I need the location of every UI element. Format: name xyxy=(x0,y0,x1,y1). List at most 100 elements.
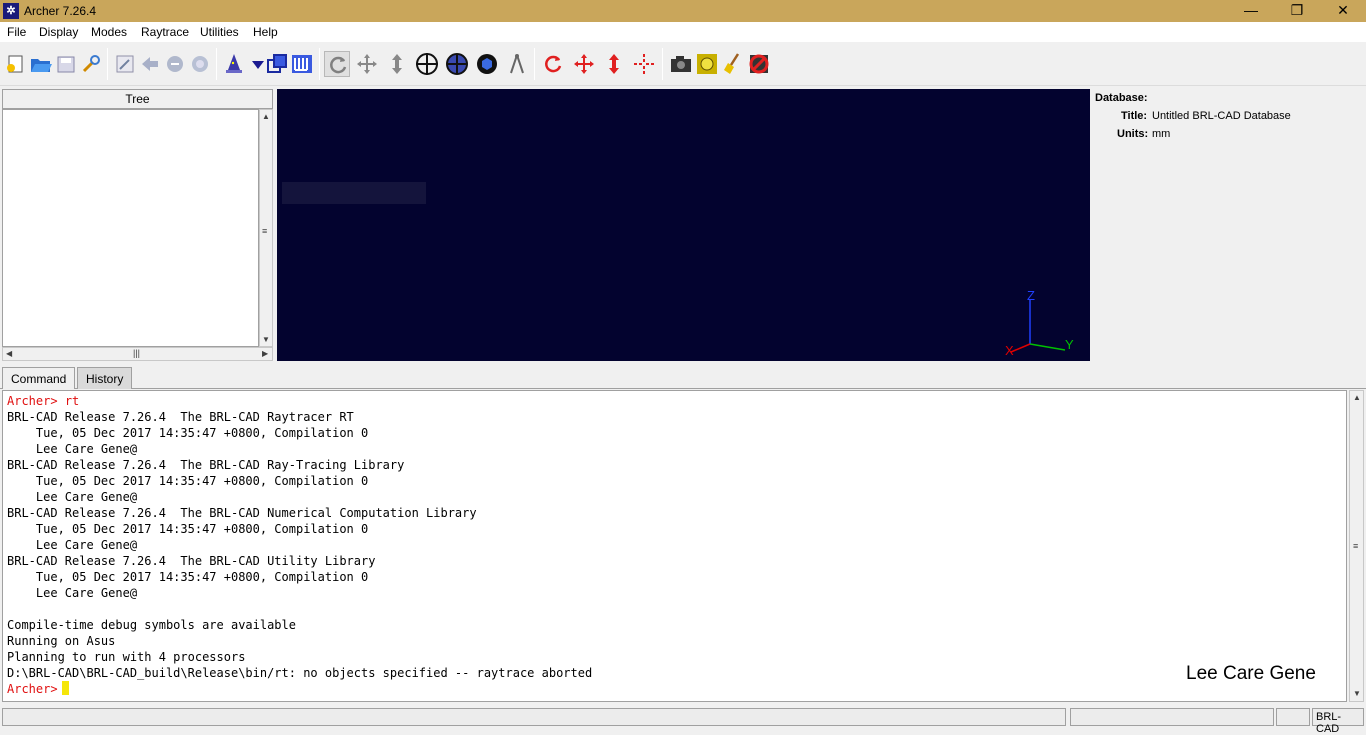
console-line: Tue, 05 Dec 2017 14:35:47 +0800, Compila… xyxy=(7,522,369,536)
combination-icon[interactable] xyxy=(289,51,315,77)
minimize-icon[interactable]: — xyxy=(1228,0,1274,22)
properties-panel: Database: Title: Untitled BRL-CAD Databa… xyxy=(1092,89,1366,361)
scroll-grip-icon[interactable]: ||| xyxy=(133,348,140,358)
tree-view[interactable] xyxy=(2,109,259,347)
console-line: Tue, 05 Dec 2017 14:35:47 +0800, Compila… xyxy=(7,474,369,488)
command-console[interactable]: Archer> rt BRL-CAD Release 7.26.4 The BRL… xyxy=(2,390,1347,702)
3d-viewport[interactable]: Z Y X xyxy=(277,89,1090,361)
console-line: Tue, 05 Dec 2017 14:35:47 +0800, Compila… xyxy=(7,570,369,584)
title-label: Title: xyxy=(1121,110,1148,122)
tab-history[interactable]: History xyxy=(77,367,133,389)
screenshot-camera-icon[interactable] xyxy=(668,51,694,77)
center-object-icon[interactable] xyxy=(631,51,657,77)
tab-command[interactable]: Command xyxy=(2,367,76,389)
database-label: Database: xyxy=(1095,92,1148,104)
menu-help[interactable]: Help xyxy=(253,25,278,39)
toolbar xyxy=(0,42,1366,86)
console-vertical-scrollbar[interactable]: ▲ ≡ ▼ xyxy=(1349,390,1364,702)
status-field-3 xyxy=(1276,708,1310,726)
clear-broom-icon[interactable] xyxy=(720,51,746,77)
translate-object-icon[interactable] xyxy=(571,51,597,77)
units-value: mm xyxy=(1152,128,1171,140)
menu-raytrace[interactable]: Raytrace xyxy=(141,25,189,39)
close-icon[interactable]: ✕ xyxy=(1320,0,1366,22)
scale-view-icon[interactable] xyxy=(384,51,410,77)
x-axis-line xyxy=(1010,343,1031,353)
scroll-left-icon[interactable]: ◀ xyxy=(6,349,12,359)
viewport-ghost-overlay xyxy=(282,182,426,204)
console-line: Lee Care Gene@ xyxy=(7,538,138,552)
text-cursor xyxy=(61,681,69,695)
abort-raytrace-icon[interactable] xyxy=(746,51,772,77)
y-axis-label: Y xyxy=(1065,337,1074,352)
console-line: BRL-CAD Release 7.26.4 The BRL-CAD Numer… xyxy=(7,506,477,520)
scroll-up-icon[interactable]: ▲ xyxy=(1353,393,1361,403)
archer-running-man-icon: ✲ xyxy=(3,3,19,19)
scroll-right-icon[interactable]: ▶ xyxy=(262,349,268,359)
console-prompt: Archer> xyxy=(7,682,58,696)
menu-utilities[interactable]: Utilities xyxy=(200,25,239,39)
menu-display[interactable]: Display xyxy=(39,25,78,39)
console-line: Tue, 05 Dec 2017 14:35:47 +0800, Compila… xyxy=(7,426,369,440)
status-brlcad-label: BRL-CAD xyxy=(1312,708,1364,735)
scroll-down-icon[interactable]: ▼ xyxy=(262,335,270,345)
console-line: Compile-time debug symbols are available xyxy=(7,618,296,632)
revert-icon[interactable] xyxy=(187,51,213,77)
console-line: Lee Care Gene@ xyxy=(7,442,138,456)
console-line: Planning to run with 4 processors xyxy=(7,650,246,664)
edit-icon[interactable] xyxy=(112,51,138,77)
menu-modes[interactable]: Modes xyxy=(91,25,127,39)
z-axis-label: Z xyxy=(1027,288,1035,303)
center-view-icon[interactable] xyxy=(414,51,440,77)
scroll-up-icon[interactable]: ▲ xyxy=(262,112,270,122)
translate-view-icon[interactable] xyxy=(354,51,380,77)
save-icon[interactable] xyxy=(53,51,79,77)
open-folder-icon[interactable] xyxy=(28,51,54,77)
menu-file[interactable]: File xyxy=(7,25,26,39)
scroll-down-icon[interactable]: ▼ xyxy=(1353,689,1361,699)
scroll-grip-icon[interactable]: ≡ xyxy=(262,226,267,236)
console-input-line[interactable]: Archer> xyxy=(7,681,1342,697)
tree-header[interactable]: Tree xyxy=(2,89,273,109)
y-axis-line xyxy=(1029,343,1066,351)
console-line: Lee Care Gene@ xyxy=(7,490,138,504)
measure-icon[interactable] xyxy=(504,51,530,77)
preferences-wrench-icon[interactable] xyxy=(78,51,104,77)
status-message xyxy=(2,708,1066,726)
console-line: BRL-CAD Release 7.26.4 The BRL-CAD Utili… xyxy=(7,554,376,568)
console-command-line: Archer> rt xyxy=(7,393,1342,409)
tree-horizontal-scrollbar[interactable]: ◀ ||| ▶ xyxy=(2,347,273,361)
wizard-icon[interactable] xyxy=(221,51,247,77)
new-database-icon[interactable] xyxy=(3,51,29,77)
undo-icon[interactable] xyxy=(137,51,163,77)
rotate-view-icon[interactable] xyxy=(324,51,350,77)
watermark-text: Lee Care Gene xyxy=(1186,663,1316,684)
console-tab-bar: Command History xyxy=(0,365,1366,389)
title-value: Untitled BRL-CAD Database xyxy=(1152,110,1291,122)
tree-vertical-scrollbar[interactable]: ▲ ≡ ▼ xyxy=(259,109,273,347)
console-line: BRL-CAD Release 7.26.4 The BRL-CAD Ray-T… xyxy=(7,458,405,472)
raytrace-icon[interactable] xyxy=(694,51,720,77)
status-field-2 xyxy=(1070,708,1274,726)
console-line: Lee Care Gene@ xyxy=(7,586,138,600)
scale-object-icon[interactable] xyxy=(601,51,627,77)
top-view-icon[interactable] xyxy=(444,51,470,77)
console-prompt: Archer> xyxy=(7,394,58,408)
scroll-grip-icon[interactable]: ≡ xyxy=(1353,541,1358,551)
maximize-icon[interactable]: ❐ xyxy=(1274,0,1320,22)
console-command: rt xyxy=(64,394,80,408)
iso-view-icon[interactable] xyxy=(474,51,500,77)
dropdown-icon[interactable] xyxy=(245,51,264,77)
status-bar: BRL-CAD xyxy=(0,706,1366,735)
x-axis-label: X xyxy=(1005,343,1014,357)
window-title: Archer 7.26.4 xyxy=(24,4,97,18)
primitive-icon[interactable] xyxy=(264,51,290,77)
units-label: Units: xyxy=(1117,128,1149,140)
redo-icon[interactable] xyxy=(162,51,188,77)
console-line: Running on Asus xyxy=(7,634,116,648)
console-line: BRL-CAD Release 7.26.4 The BRL-CAD Raytr… xyxy=(7,410,354,424)
console-line: D:\BRL-CAD\BRL-CAD_build\Release\bin/rt:… xyxy=(7,666,593,680)
title-bar: ✲ Archer 7.26.4 — ❐ ✕ xyxy=(0,0,1366,22)
rotate-object-icon[interactable] xyxy=(540,51,566,77)
